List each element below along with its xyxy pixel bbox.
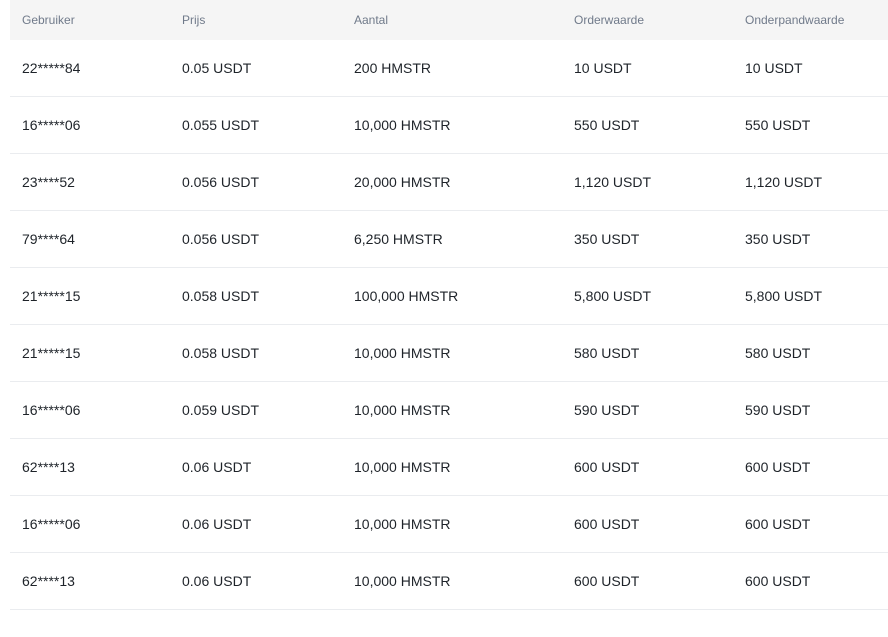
table-row: 22*****84 0.05 USDT 200 HMSTR 10 USDT 10…: [10, 40, 888, 97]
cell-onderpandwaarde: 550 USDT: [733, 117, 888, 133]
cell-aantal: 10,000 HMSTR: [342, 117, 562, 133]
cell-orderwaarde: 600 USDT: [562, 516, 733, 532]
cell-gebruiker: 23****52: [10, 174, 170, 190]
cell-aantal: 10,000 HMSTR: [342, 402, 562, 418]
cell-gebruiker: 21*****15: [10, 288, 170, 304]
cell-prijs: 0.06 USDT: [170, 459, 342, 475]
cell-aantal: 10,000 HMSTR: [342, 516, 562, 532]
cell-prijs: 0.056 USDT: [170, 231, 342, 247]
orders-table: Gebruiker Prijs Aantal Orderwaarde Onder…: [10, 0, 888, 610]
table-row: 16*****06 0.059 USDT 10,000 HMSTR 590 US…: [10, 382, 888, 439]
cell-gebruiker: 62****13: [10, 459, 170, 475]
header-prijs: Prijs: [170, 13, 342, 27]
cell-onderpandwaarde: 600 USDT: [733, 573, 888, 589]
table-row: 16*****06 0.055 USDT 10,000 HMSTR 550 US…: [10, 97, 888, 154]
cell-prijs: 0.058 USDT: [170, 288, 342, 304]
cell-orderwaarde: 590 USDT: [562, 402, 733, 418]
cell-gebruiker: 16*****06: [10, 117, 170, 133]
header-onderpandwaarde: Onderpandwaarde: [733, 13, 888, 27]
cell-onderpandwaarde: 350 USDT: [733, 231, 888, 247]
cell-aantal: 6,250 HMSTR: [342, 231, 562, 247]
cell-gebruiker: 21*****15: [10, 345, 170, 361]
cell-gebruiker: 16*****06: [10, 402, 170, 418]
cell-orderwaarde: 350 USDT: [562, 231, 733, 247]
cell-onderpandwaarde: 600 USDT: [733, 459, 888, 475]
cell-orderwaarde: 10 USDT: [562, 60, 733, 76]
table-row: 62****13 0.06 USDT 10,000 HMSTR 600 USDT…: [10, 553, 888, 610]
cell-prijs: 0.058 USDT: [170, 345, 342, 361]
header-orderwaarde: Orderwaarde: [562, 13, 733, 27]
cell-prijs: 0.05 USDT: [170, 60, 342, 76]
cell-prijs: 0.06 USDT: [170, 573, 342, 589]
table-row: 79****64 0.056 USDT 6,250 HMSTR 350 USDT…: [10, 211, 888, 268]
header-aantal: Aantal: [342, 13, 562, 27]
cell-aantal: 10,000 HMSTR: [342, 345, 562, 361]
cell-prijs: 0.055 USDT: [170, 117, 342, 133]
table-row: 16*****06 0.06 USDT 10,000 HMSTR 600 USD…: [10, 496, 888, 553]
cell-gebruiker: 22*****84: [10, 60, 170, 76]
cell-aantal: 200 HMSTR: [342, 60, 562, 76]
table-header: Gebruiker Prijs Aantal Orderwaarde Onder…: [10, 0, 888, 40]
cell-prijs: 0.06 USDT: [170, 516, 342, 532]
cell-onderpandwaarde: 10 USDT: [733, 60, 888, 76]
cell-orderwaarde: 600 USDT: [562, 459, 733, 475]
cell-gebruiker: 62****13: [10, 573, 170, 589]
cell-onderpandwaarde: 590 USDT: [733, 402, 888, 418]
cell-orderwaarde: 600 USDT: [562, 573, 733, 589]
cell-onderpandwaarde: 600 USDT: [733, 516, 888, 532]
cell-prijs: 0.059 USDT: [170, 402, 342, 418]
header-gebruiker: Gebruiker: [10, 13, 170, 27]
cell-orderwaarde: 5,800 USDT: [562, 288, 733, 304]
cell-onderpandwaarde: 5,800 USDT: [733, 288, 888, 304]
cell-orderwaarde: 550 USDT: [562, 117, 733, 133]
cell-aantal: 100,000 HMSTR: [342, 288, 562, 304]
cell-onderpandwaarde: 1,120 USDT: [733, 174, 888, 190]
cell-gebruiker: 16*****06: [10, 516, 170, 532]
table-row: 23****52 0.056 USDT 20,000 HMSTR 1,120 U…: [10, 154, 888, 211]
table-row: 21*****15 0.058 USDT 10,000 HMSTR 580 US…: [10, 325, 888, 382]
cell-prijs: 0.056 USDT: [170, 174, 342, 190]
cell-orderwaarde: 1,120 USDT: [562, 174, 733, 190]
cell-orderwaarde: 580 USDT: [562, 345, 733, 361]
cell-gebruiker: 79****64: [10, 231, 170, 247]
cell-onderpandwaarde: 580 USDT: [733, 345, 888, 361]
table-row: 21*****15 0.058 USDT 100,000 HMSTR 5,800…: [10, 268, 888, 325]
cell-aantal: 20,000 HMSTR: [342, 174, 562, 190]
cell-aantal: 10,000 HMSTR: [342, 459, 562, 475]
table-row: 62****13 0.06 USDT 10,000 HMSTR 600 USDT…: [10, 439, 888, 496]
cell-aantal: 10,000 HMSTR: [342, 573, 562, 589]
